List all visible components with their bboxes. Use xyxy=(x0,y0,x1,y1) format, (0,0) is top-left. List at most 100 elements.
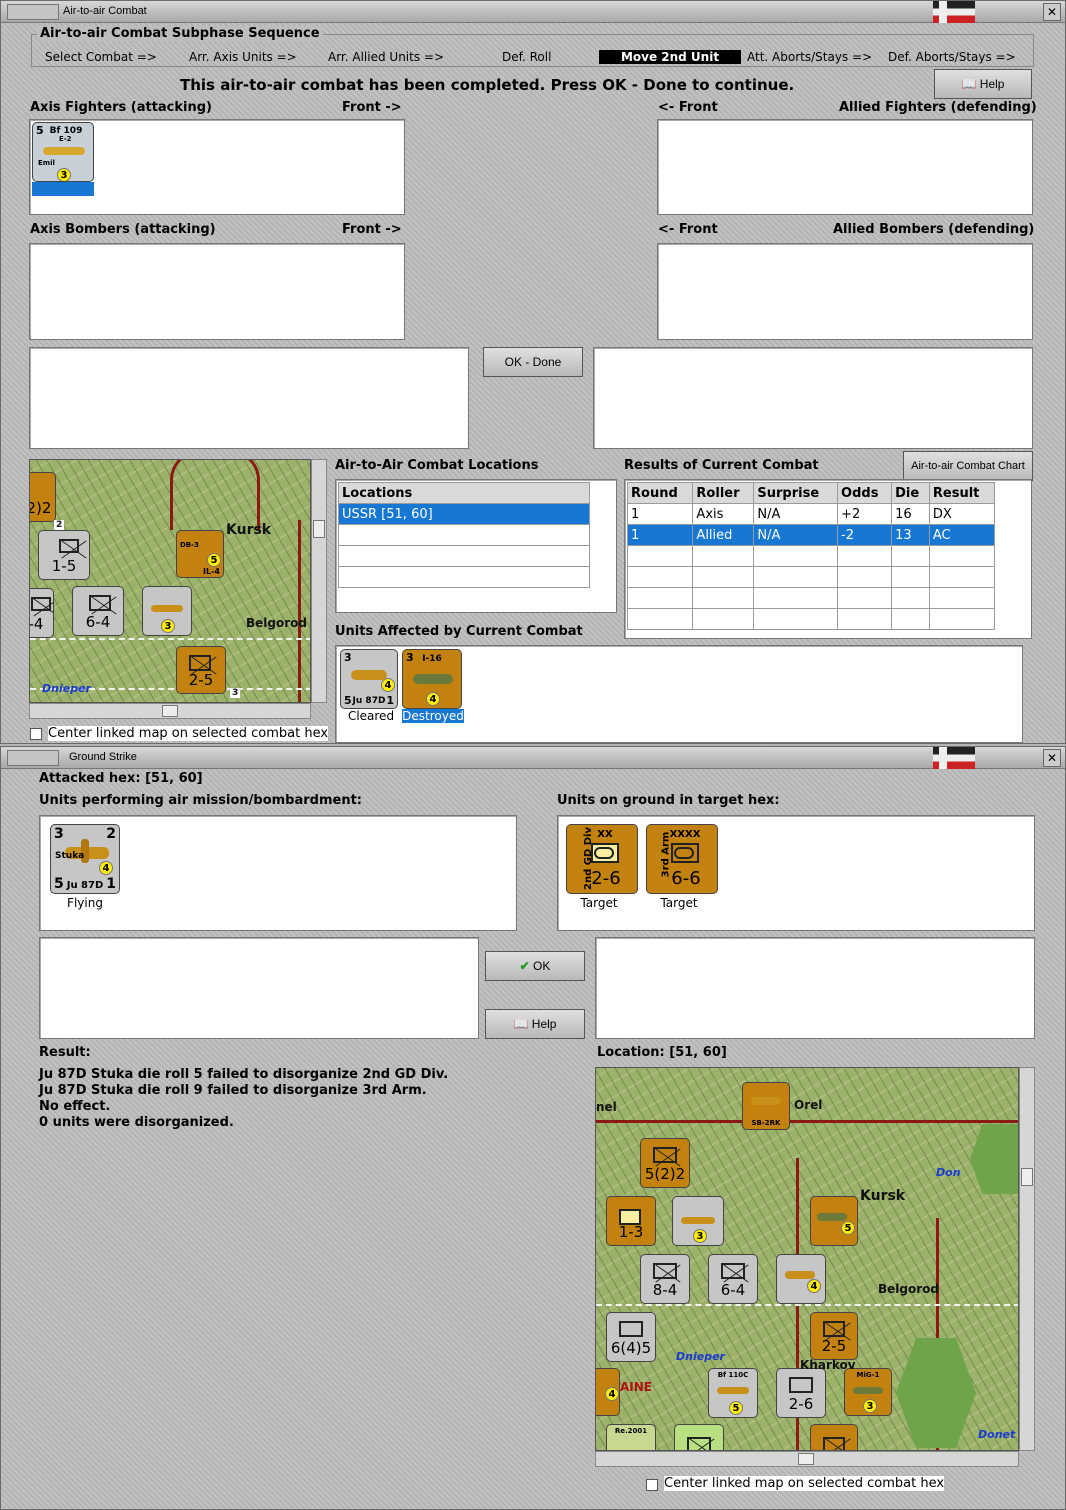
map-counter-8-4[interactable]: 8-4 xyxy=(640,1254,690,1304)
help-book-icon: 📖 xyxy=(513,1017,529,1031)
ground-strike-window: Ground Strike ✕ Attacked hex: [51, 60] U… xyxy=(0,746,1066,1510)
air-combat-window: Air-to-air Combat ✕ Air-to-air Combat Su… xyxy=(0,0,1066,744)
seq-select-combat: Select Combat => xyxy=(45,50,157,64)
map-label-kursk: Kursk xyxy=(226,522,272,538)
ok-done-button[interactable]: OK - Done xyxy=(483,347,583,377)
result-line-3: No effect. xyxy=(39,1099,111,1114)
stuka-counter-bottom[interactable]: 3 2 Stuka 4 5 Ju 87D 1 xyxy=(50,824,120,894)
ground-strike-titlebar[interactable]: Ground Strike ✕ xyxy=(1,747,1065,769)
units-ground-label: Units on ground in target hex: xyxy=(557,793,780,808)
help-label: Help xyxy=(979,77,1005,91)
ok-button[interactable]: ✔ OK xyxy=(485,951,585,981)
map-top-vscroll[interactable] xyxy=(311,459,327,703)
affected-caption-cleared: Cleared xyxy=(347,709,395,723)
map-counter-bf110[interactable]: Bf 110C 5 xyxy=(708,1368,758,1418)
window-menu-icon[interactable] xyxy=(7,750,59,766)
allied-fighters-label: Allied Fighters (defending) xyxy=(839,100,1037,115)
table-row[interactable]: 1 Allied N/A -2 13 AC xyxy=(626,524,996,546)
map-top-hscroll[interactable] xyxy=(29,703,311,719)
map-counter-bf109[interactable]: 3 xyxy=(142,586,192,636)
air-units-box[interactable]: 3 2 Stuka 4 5 Ju 87D 1 Flying xyxy=(39,815,517,931)
map-counter-mig1[interactable]: MiG-1 3 xyxy=(844,1368,892,1416)
help-button[interactable]: 📖 Help xyxy=(934,69,1032,99)
front-right-label-2: Front -> xyxy=(342,222,402,237)
units-affected-title: Units Affected by Current Combat xyxy=(335,624,583,639)
plane-icon xyxy=(43,147,85,155)
map-counter-5-2-2[interactable]: 5(2)2 xyxy=(640,1138,690,1188)
map-counter-1-5[interactable]: 1-5 xyxy=(38,530,90,580)
map-counter-2-5-b[interactable]: 2-5 xyxy=(810,1312,858,1360)
linked-map-top[interactable]: 2)2 1-5 -4 6-4 3 DB-3 5 IL-4 2-5 Kursk Bel… xyxy=(29,459,311,703)
location-label: Location: [51, 60] xyxy=(597,1045,727,1060)
result-line-4: 0 units were disorganized. xyxy=(39,1115,234,1130)
map-counter-6-4-b[interactable]: 6-4 xyxy=(708,1254,758,1304)
air-combat-titlebar[interactable]: Air-to-air Combat ✕ xyxy=(1,1,1065,23)
bf109-counter[interactable]: 5 Bf 109 E-2 Emil 3 xyxy=(32,122,94,182)
i16-counter[interactable]: 3 I-16 4 xyxy=(402,649,462,709)
units-air-label: Units performing air mission/bombardment… xyxy=(39,793,363,808)
result-line-1: Ju 87D Stuka die roll 5 failed to disorg… xyxy=(39,1067,449,1082)
german-flag-icon xyxy=(933,1,975,23)
map-counter-sb2rk[interactable]: SB-2RK xyxy=(742,1082,790,1130)
seq-def-aborts: Def. Aborts/Stays => xyxy=(888,50,1016,64)
3rd-arm-counter[interactable]: 3rd Arm XXXX 6-6 xyxy=(646,824,718,894)
center-map-checkbox-bottom[interactable] xyxy=(646,1479,658,1491)
map-counter-6-4[interactable]: 6-4 xyxy=(72,586,124,636)
front-left-label-2: <- Front xyxy=(658,222,718,237)
subphase-sequence-title: Air-to-air Combat Subphase Sequence xyxy=(37,26,323,41)
attacked-hex-label: Attacked hex: [51, 60] xyxy=(39,771,203,786)
locations-header: Locations xyxy=(338,482,590,504)
locations-title: Air-to-Air Combat Locations xyxy=(335,458,539,473)
results-table-box: Round Roller Surprise Odds Die Result 1A… xyxy=(624,479,1032,639)
map-counter-6-4-5[interactable]: 6(4)5 xyxy=(606,1312,656,1362)
ground-units-box[interactable]: 2nd GD Div XX 2-6 Target 3rd Arm XXXX 6-… xyxy=(557,815,1035,931)
map-counter-bf109-b[interactable]: 3 xyxy=(672,1196,724,1246)
map-bottom-vscroll[interactable] xyxy=(1019,1067,1035,1451)
table-row[interactable]: 1 Axis N/A +2 16 DX xyxy=(626,503,996,525)
map-counter-stuka-b[interactable]: 4 xyxy=(776,1254,826,1304)
axis-bombers-box[interactable] xyxy=(29,243,405,340)
map-counter-db3-b[interactable]: 5 xyxy=(810,1196,858,1246)
map-counter-1-3[interactable]: 1-3 xyxy=(606,1196,656,1246)
help-book-icon: 📖 xyxy=(961,77,977,91)
german-flag-icon xyxy=(933,747,975,769)
allied-bombers-box[interactable] xyxy=(657,243,1033,340)
window-title: Air-to-air Combat xyxy=(63,5,147,17)
close-icon[interactable]: ✕ xyxy=(1043,749,1061,767)
axis-fighters-box[interactable]: 5 Bf 109 E-2 Emil 3 xyxy=(29,119,405,215)
seq-att-aborts: Att. Aborts/Stays => xyxy=(747,50,873,64)
ground-left-message-box xyxy=(39,937,479,1039)
center-map-checkbox-top[interactable] xyxy=(30,728,42,740)
map-label-aine: AINE xyxy=(620,1380,652,1394)
map-label-donet: Donet xyxy=(978,1428,1016,1441)
map-counter-db3[interactable]: DB-3 5 IL-4 xyxy=(176,530,224,578)
results-title: Results of Current Combat xyxy=(624,458,819,473)
result-line-2: Ju 87D Stuka die roll 9 failed to disorg… xyxy=(39,1083,427,1098)
map-label-orel: Orel xyxy=(794,1098,823,1112)
linked-map-bottom[interactable]: SB-2RK 5(2)2 1-3 3 5 8-4 6-4 4 6(4)5 2-5… xyxy=(595,1067,1019,1451)
map-label-kursk-b: Kursk xyxy=(860,1188,906,1204)
units-affected-box: 3 4 5 Ju 87D 1 Cleared 3 I-16 4 Destroye… xyxy=(335,645,1023,743)
locations-list[interactable]: Locations USSR [51, 60] xyxy=(335,479,617,613)
combat-chart-button[interactable]: Air-to-air Combat Chart xyxy=(903,451,1033,481)
map-counter-2-5[interactable]: 2-5 xyxy=(176,646,226,694)
close-icon[interactable]: ✕ xyxy=(1043,3,1061,21)
help-button-bottom[interactable]: 📖 Help xyxy=(485,1009,585,1039)
axis-bombers-label: Axis Bombers (attacking) xyxy=(30,222,216,237)
gd-div-counter[interactable]: 2nd GD Div XX 2-6 xyxy=(566,824,638,894)
stuka-counter-top[interactable]: 3 4 5 Ju 87D 1 xyxy=(340,649,398,709)
map-label-don: Don xyxy=(936,1166,961,1179)
map-label-dnieper: Dnieper xyxy=(42,682,91,695)
flying-caption: Flying xyxy=(67,896,103,910)
location-row[interactable]: USSR [51, 60] xyxy=(338,503,590,525)
center-map-label-bottom: Center linked map on selected combat hex xyxy=(664,1476,945,1491)
seq-arr-allied: Arr. Allied Units => xyxy=(328,50,445,64)
map-bottom-hscroll[interactable] xyxy=(595,1451,1019,1467)
bf109-selection-bar xyxy=(32,182,94,196)
front-right-label-1: Front -> xyxy=(342,100,402,115)
right-message-box xyxy=(593,347,1033,449)
allied-fighters-box[interactable] xyxy=(657,119,1033,215)
window-menu-icon[interactable] xyxy=(7,4,59,20)
map-counter-2-6[interactable]: 2-6 xyxy=(776,1368,826,1418)
target-caption-2: Target xyxy=(660,896,698,910)
